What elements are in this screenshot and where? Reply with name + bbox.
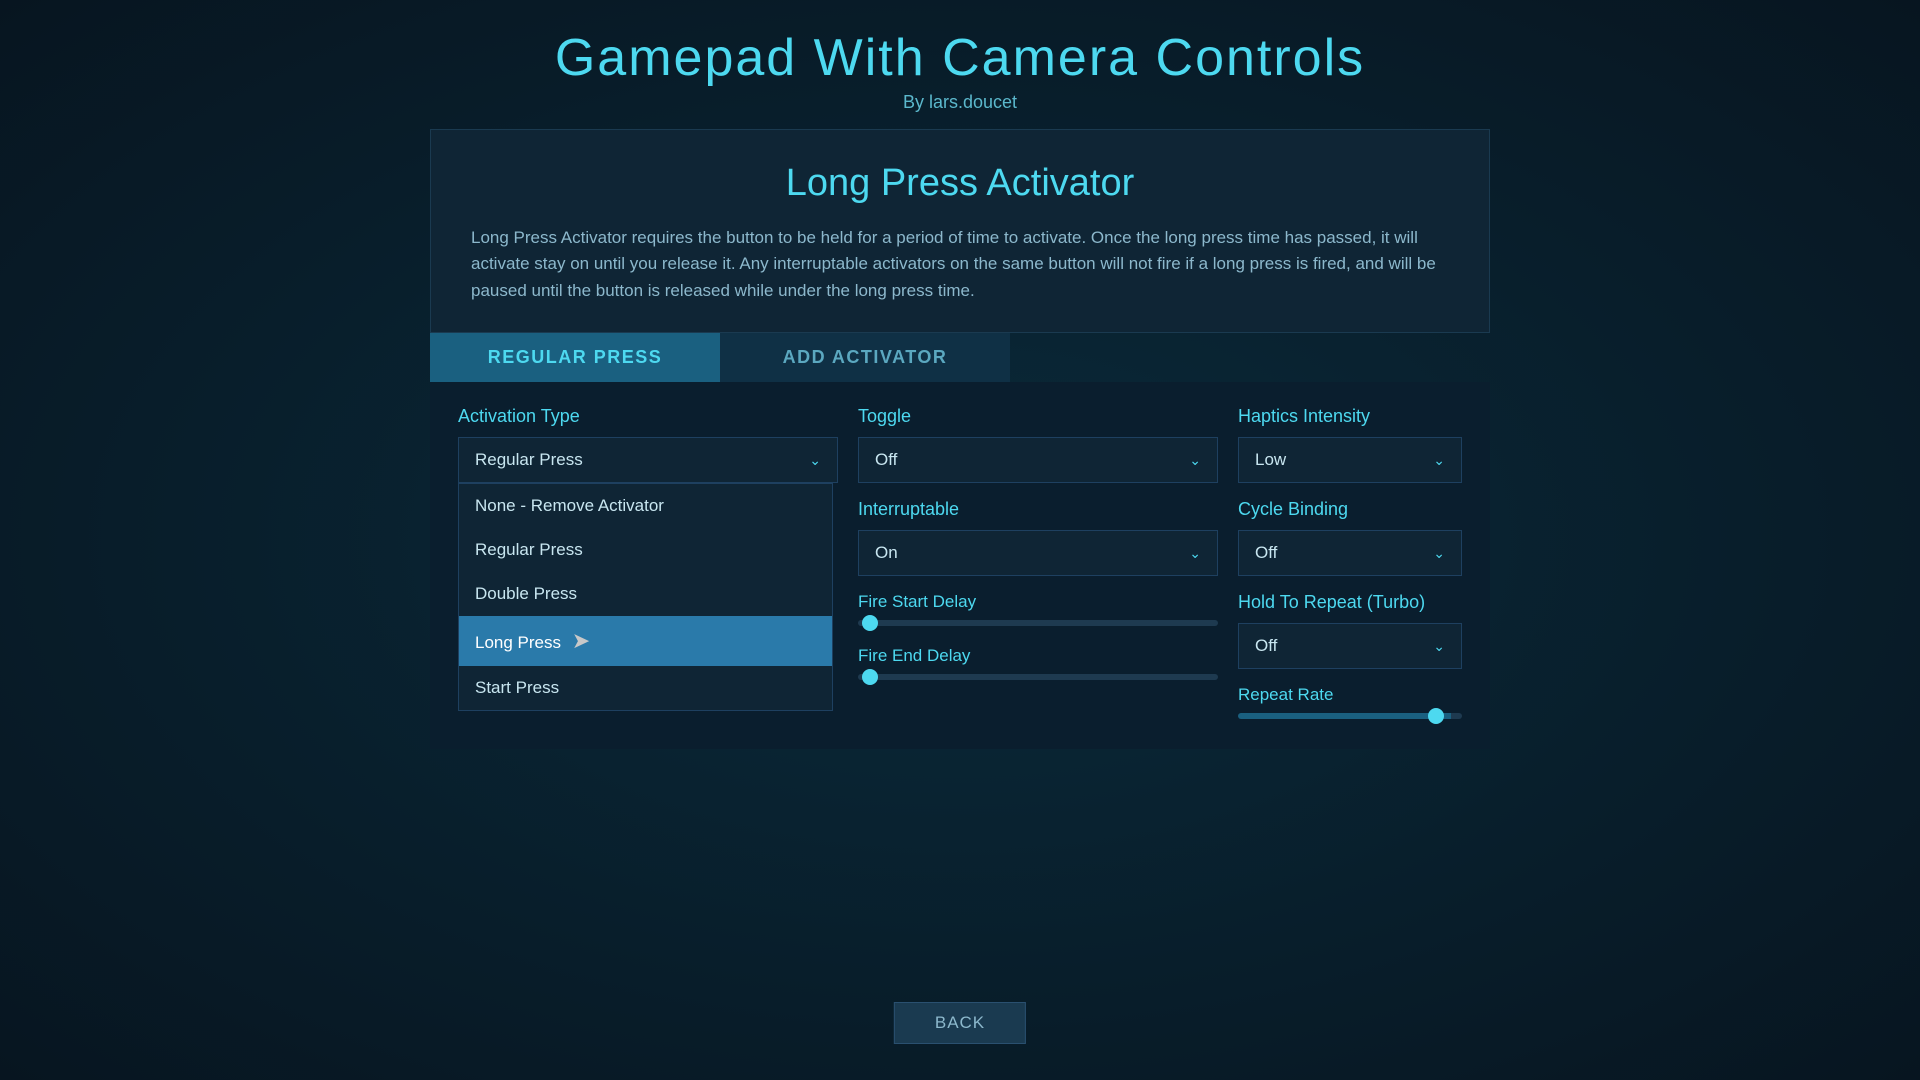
activation-type-selected-value: Regular Press (475, 450, 583, 470)
interruptable-value: On (875, 543, 898, 563)
haptics-chevron-icon: ⌄ (1433, 452, 1445, 469)
tabs-container: REGULAR PRESS ADD ACTIVATOR (430, 333, 1490, 382)
content-area: Activation Type Regular Press ⌄ None - R… (430, 382, 1490, 749)
activation-type-dropdown-list: None - Remove Activator Regular Press Do… (458, 483, 833, 711)
fire-end-delay-section: Fire End Delay (858, 646, 1218, 680)
fire-start-delay-label: Fire Start Delay (858, 592, 1218, 612)
haptics-value: Low (1255, 450, 1286, 470)
right-column: Haptics Intensity Low ⌄ Cycle Binding Of… (1218, 406, 1462, 719)
header: Gamepad With Camera Controls By lars.dou… (555, 0, 1365, 121)
hold-to-repeat-label: Hold To Repeat (Turbo) (1238, 592, 1462, 613)
center-column: Toggle Off ⌄ Interruptable On ⌄ Fire Sta… (838, 406, 1218, 719)
fire-start-delay-section: Fire Start Delay (858, 592, 1218, 626)
info-panel: Long Press Activator Long Press Activato… (430, 129, 1490, 333)
activation-type-dropdown[interactable]: Regular Press ⌄ (458, 437, 838, 483)
toggle-label: Toggle (858, 406, 1218, 427)
chevron-down-icon: ⌄ (809, 452, 821, 469)
repeat-rate-label: Repeat Rate (1238, 685, 1462, 705)
cycle-binding-label: Cycle Binding (1238, 499, 1462, 520)
page-subtitle: By lars.doucet (555, 92, 1365, 113)
activation-type-column: Activation Type Regular Press ⌄ None - R… (458, 406, 838, 719)
option-regular-press[interactable]: Regular Press (459, 528, 832, 572)
page-title: Gamepad With Camera Controls (555, 28, 1365, 88)
cursor-arrow-icon: ➤ (572, 628, 590, 654)
fire-end-delay-label: Fire End Delay (858, 646, 1218, 666)
option-none-remove[interactable]: None - Remove Activator (459, 484, 832, 528)
panel-description: Long Press Activator requires the button… (471, 225, 1449, 304)
hold-to-repeat-chevron-icon: ⌄ (1433, 638, 1445, 655)
repeat-rate-section: Repeat Rate (1238, 685, 1462, 719)
fire-start-delay-thumb[interactable] (862, 615, 878, 631)
toggle-value: Off (875, 450, 897, 470)
activation-type-label: Activation Type (458, 406, 838, 427)
panel-title: Long Press Activator (471, 162, 1449, 205)
repeat-rate-track[interactable] (1238, 713, 1462, 719)
fire-end-delay-track[interactable] (858, 674, 1218, 680)
repeat-rate-thumb[interactable] (1428, 708, 1444, 724)
haptics-label: Haptics Intensity (1238, 406, 1462, 427)
haptics-dropdown[interactable]: Low ⌄ (1238, 437, 1462, 483)
cycle-binding-dropdown[interactable]: Off ⌄ (1238, 530, 1462, 576)
cycle-binding-value: Off (1255, 543, 1277, 563)
toggle-chevron-icon: ⌄ (1189, 452, 1201, 469)
toggle-dropdown[interactable]: Off ⌄ (858, 437, 1218, 483)
option-double-press[interactable]: Double Press (459, 572, 832, 616)
hold-to-repeat-value: Off (1255, 636, 1277, 656)
option-start-press[interactable]: Start Press (459, 666, 832, 710)
back-button[interactable]: BACK (894, 1002, 1026, 1044)
tab-add-activator[interactable]: ADD ACTIVATOR (720, 333, 1010, 382)
interruptable-dropdown[interactable]: On ⌄ (858, 530, 1218, 576)
cycle-binding-chevron-icon: ⌄ (1433, 545, 1445, 562)
option-long-press[interactable]: Long Press ➤ (459, 616, 832, 666)
fire-start-delay-track[interactable] (858, 620, 1218, 626)
tab-regular-press[interactable]: REGULAR PRESS (430, 333, 720, 382)
interruptable-label: Interruptable (858, 499, 1218, 520)
back-button-container: BACK (894, 1002, 1026, 1044)
hold-to-repeat-dropdown[interactable]: Off ⌄ (1238, 623, 1462, 669)
interruptable-chevron-icon: ⌄ (1189, 545, 1201, 562)
fire-end-delay-thumb[interactable] (862, 669, 878, 685)
